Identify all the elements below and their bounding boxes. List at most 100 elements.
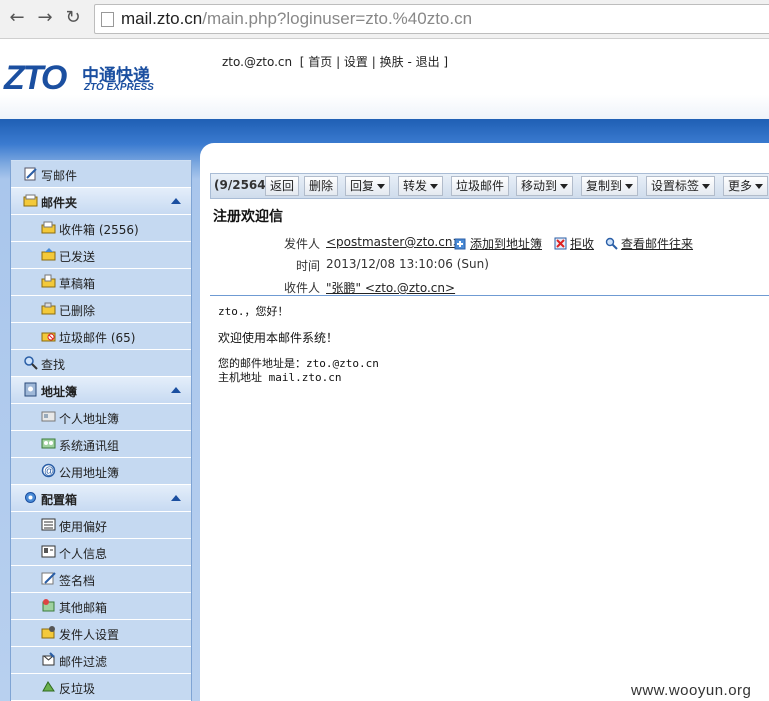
- url-text: mail.zto.cn/main.php?loginuser=zto.%40zt…: [121, 9, 473, 28]
- sidebar-item[interactable]: 系统通讯组: [11, 431, 191, 458]
- inbox-icon: [41, 221, 56, 234]
- more-button[interactable]: 更多: [723, 176, 769, 196]
- signature-icon: [41, 572, 56, 585]
- sidebar-item-label: 邮件夹: [41, 196, 78, 210]
- sidebar-item[interactable]: 草稿箱: [11, 269, 191, 296]
- forward-button[interactable]: 转发: [398, 176, 444, 196]
- sidebar-item[interactable]: 邮件过滤: [11, 647, 191, 674]
- sidebar-item-label: 已发送: [59, 250, 96, 264]
- other-mailbox-icon: [42, 599, 55, 612]
- sidebar-item-label: 发件人设置: [59, 628, 120, 642]
- from-address-link[interactable]: <postmaster@zto.cn>: [326, 235, 463, 249]
- sent-icon: [41, 248, 56, 261]
- from-row: 发件人 <postmaster@zto.cn> 添加到地址簿 拒收 查看邮件往来: [200, 232, 769, 252]
- page-icon: [101, 12, 114, 27]
- sidebar-item[interactable]: 地址簿: [11, 377, 191, 404]
- folder-icon: [23, 194, 38, 207]
- sidebar-item[interactable]: 收件箱 (2556): [11, 215, 191, 242]
- sidebar: 写邮件邮件夹收件箱 (2556) 已发送草稿箱已删除垃圾邮件 (65) 查找地址簿个…: [10, 160, 192, 701]
- idcard-icon: [41, 545, 56, 558]
- address-line: 您的邮件地址是：zto.@zto.cn: [218, 357, 379, 370]
- move-to-button[interactable]: 移动到: [516, 176, 574, 196]
- sidebar-item-label: 签名档: [59, 574, 96, 588]
- sidebar-item[interactable]: 个人地址簿: [11, 404, 191, 431]
- chevron-down-icon: [625, 184, 634, 189]
- to-address-link[interactable]: "张鹏" <zto.@zto.cn>: [326, 281, 455, 295]
- message-count: (9/2564): [214, 178, 272, 192]
- addressbook-icon: [24, 382, 37, 397]
- sidebar-item-label: 其他邮箱: [59, 601, 108, 615]
- sidebar-item-label: 配置箱: [41, 493, 78, 507]
- sidebar-item[interactable]: 签名档: [11, 566, 191, 593]
- sidebar-item[interactable]: 发件人设置: [11, 620, 191, 647]
- trash-icon: [41, 302, 56, 315]
- sidebar-item[interactable]: 已删除: [11, 296, 191, 323]
- sidebar-item[interactable]: @ 公用地址簿: [11, 458, 191, 485]
- sidebar-item[interactable]: 查找: [11, 350, 191, 377]
- filter-icon: [42, 652, 55, 666]
- sidebar-item-label: 垃圾邮件 (65): [59, 331, 136, 345]
- from-label: 发件人: [283, 237, 320, 251]
- drafts-icon: [41, 274, 56, 288]
- back-button[interactable]: 返回: [265, 176, 300, 196]
- reload-icon[interactable]: ↻: [62, 7, 84, 29]
- sidebar-item-label: 草稿箱: [59, 277, 96, 291]
- sidebar-item-label: 个人信息: [59, 547, 108, 561]
- chevron-down-icon: [430, 184, 439, 189]
- add-contact-icon: [454, 238, 466, 250]
- sidebar-item-label: 邮件过滤: [59, 655, 108, 669]
- zto-logo: ZTO 中通快递 ZTO EXPRESS: [4, 59, 164, 101]
- sidebar-item[interactable]: 垃圾邮件 (65): [11, 323, 191, 350]
- spam-button[interactable]: 垃圾邮件: [451, 176, 510, 196]
- chevron-down-icon: [755, 184, 764, 189]
- to-row: 收件人 "张鹏" <zto.@zto.cn>: [200, 276, 769, 296]
- address-bar[interactable]: mail.zto.cn/main.php?loginuser=zto.%40zt…: [94, 4, 769, 34]
- greeting-line: zto.，您好！: [218, 305, 289, 318]
- chevron-down-icon: [560, 184, 569, 189]
- mail-header: ZTO 中通快递 ZTO EXPRESS zto.@zto.cn [ 首页 | …: [0, 39, 769, 119]
- add-to-addressbook-action[interactable]: 添加到地址簿: [454, 235, 542, 252]
- sidebar-item[interactable]: 配置箱: [11, 485, 191, 512]
- delete-button[interactable]: 删除: [304, 176, 339, 196]
- spam-icon: [41, 332, 56, 342]
- user-bar: zto.@zto.cn [ 首页 | 设置 | 换肤 - 退出 ]: [222, 55, 449, 69]
- sidebar-item-label: 地址簿: [41, 385, 78, 399]
- logout-link[interactable]: 退出: [416, 55, 440, 69]
- group-icon: [41, 438, 56, 449]
- sidebar-item[interactable]: 已发送: [11, 242, 191, 269]
- sidebar-item[interactable]: 写邮件: [11, 161, 191, 188]
- reply-button[interactable]: 回复: [345, 176, 391, 196]
- time-label: 时间: [295, 259, 320, 273]
- settings-link[interactable]: 设置: [344, 55, 368, 69]
- skin-link[interactable]: 换肤: [380, 55, 404, 69]
- logo-mark: ZTO: [4, 59, 67, 97]
- sender-settings-icon: [41, 626, 55, 639]
- home-link[interactable]: 首页: [308, 55, 332, 69]
- copy-to-button[interactable]: 复制到: [581, 176, 639, 196]
- user-email: zto.@zto.cn: [222, 55, 293, 69]
- back-arrow-icon[interactable]: ←: [6, 7, 28, 29]
- sidebar-item[interactable]: 邮件夹: [11, 188, 191, 215]
- antispam-icon: [42, 681, 55, 692]
- at-icon: @: [41, 463, 56, 478]
- preferences-icon: [41, 518, 56, 531]
- logo-english: ZTO EXPRESS: [84, 82, 154, 93]
- message-panel: (9/2564) 返回 删除 回复 转发 垃圾邮件 移动到 复制到 设置标签 更…: [200, 143, 769, 701]
- view-history-action[interactable]: 查看邮件往来: [605, 235, 693, 252]
- reject-action[interactable]: 拒收: [554, 235, 594, 252]
- to-label: 收件人: [283, 281, 320, 295]
- reject-icon: [554, 237, 567, 250]
- search-icon: [24, 356, 38, 370]
- forward-arrow-icon[interactable]: →: [34, 7, 56, 29]
- sidebar-item[interactable]: 反垃圾: [11, 674, 191, 701]
- chevron-down-icon: [377, 184, 386, 189]
- set-label-button[interactable]: 设置标签: [646, 176, 716, 196]
- chevron-down-icon: [702, 184, 711, 189]
- collapse-arrow-icon[interactable]: [171, 387, 181, 393]
- sidebar-item[interactable]: 个人信息: [11, 539, 191, 566]
- collapse-arrow-icon[interactable]: [171, 198, 181, 204]
- sidebar-item-label: 收件箱 (2556): [59, 223, 139, 237]
- sidebar-item[interactable]: 使用偏好: [11, 512, 191, 539]
- collapse-arrow-icon[interactable]: [171, 495, 181, 501]
- sidebar-item[interactable]: 其他邮箱: [11, 593, 191, 620]
